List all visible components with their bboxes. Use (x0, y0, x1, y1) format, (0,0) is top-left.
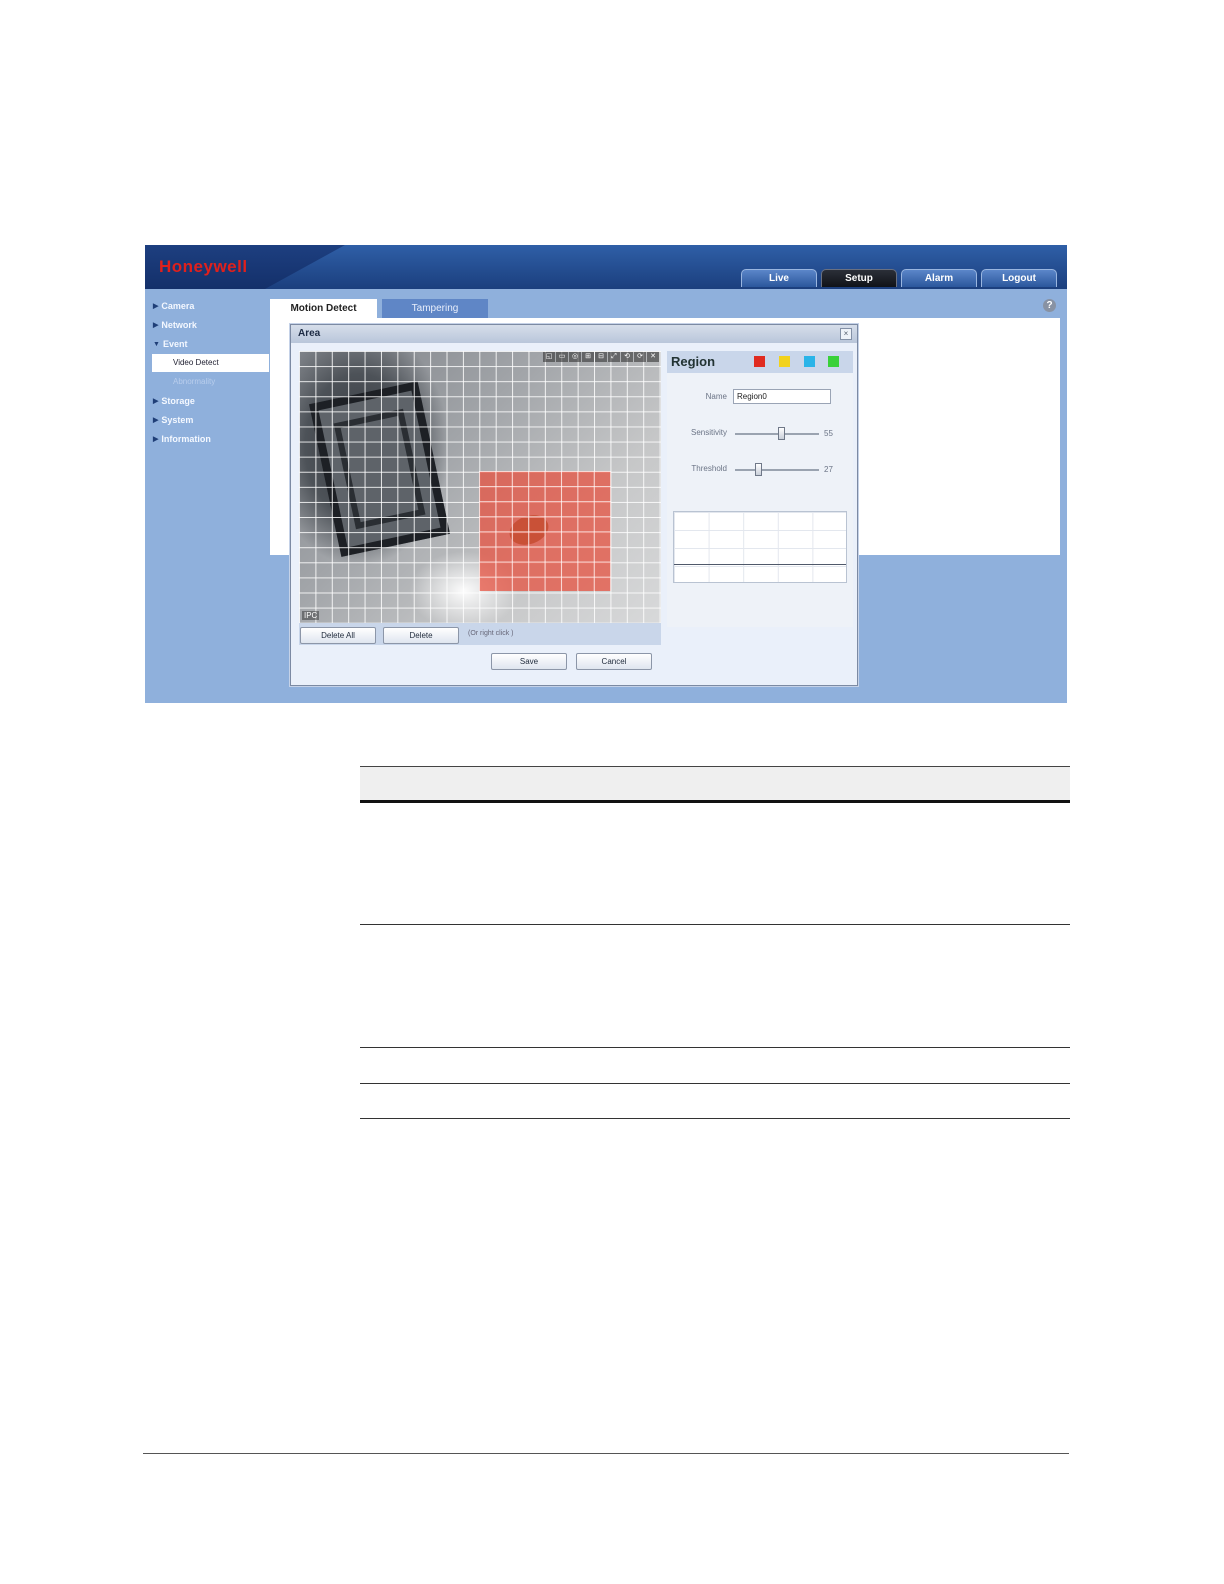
collapsed-arrow-icon: ▶ (153, 436, 159, 443)
expanded-arrow-icon: ▼ (153, 340, 160, 348)
video-tool-icon[interactable]: ◱ (543, 352, 555, 362)
video-tool-icon[interactable]: ⟳ (634, 352, 646, 362)
video-preview[interactable]: ◱ ▭ ◎ ⊞ ⊟ ⤢ ⟲ ⟳ ✕ IPC (299, 351, 661, 623)
threshold-slider[interactable] (735, 463, 819, 476)
collapsed-arrow-icon: ▶ (153, 417, 159, 424)
collapsed-arrow-icon: ▶ (153, 303, 159, 310)
sidebar-item-system[interactable]: ▶ System (153, 412, 193, 428)
sidebar-item-label: Camera (161, 301, 195, 311)
video-label: IPC (302, 611, 320, 620)
nav-tab-setup[interactable]: Setup (821, 269, 897, 287)
sidebar-item-event[interactable]: ▼ Event (153, 336, 187, 352)
dialog-title: Area (291, 325, 857, 343)
sidebar-item-label: Information (161, 434, 211, 444)
tab-tampering[interactable]: Tampering (382, 299, 488, 319)
page-footer-rule (143, 1453, 1069, 1454)
video-tool-icon[interactable]: ▭ (556, 352, 568, 362)
region-color-yellow[interactable] (779, 356, 790, 367)
cancel-button[interactable]: Cancel (576, 653, 652, 670)
region-color-green[interactable] (828, 356, 839, 367)
video-tool-icon[interactable]: ⟲ (621, 352, 633, 362)
table-header-rule (360, 800, 1070, 803)
table-header-row (360, 766, 1070, 801)
threshold-label: Threshold (691, 464, 727, 473)
tab-motion-detect[interactable]: Motion Detect (270, 299, 377, 319)
area-dialog: Area × ◱ ▭ ◎ ⊞ ⊟ ⤢ ⟲ ⟳ ✕ IPC Delete All … (290, 324, 858, 686)
sidebar-item-storage[interactable]: ▶ Storage (153, 393, 195, 409)
video-toolbar: ◱ ▭ ◎ ⊞ ⊟ ⤢ ⟲ ⟳ ✕ (543, 352, 659, 362)
right-click-hint: (Or right click ) (468, 630, 514, 637)
sidebar-item-label: System (161, 415, 194, 425)
region-header: Region (667, 351, 853, 373)
sidebar-subitem-video-detect[interactable]: Video Detect (152, 354, 269, 372)
threshold-slider-thumb[interactable] (754, 463, 762, 476)
delete-all-button[interactable]: Delete All (300, 627, 376, 644)
close-icon[interactable]: × (840, 328, 852, 340)
video-tool-icon[interactable]: ⤢ (608, 352, 620, 362)
brand-logo: Honeywell (159, 257, 248, 276)
region-panel: Region Name Sensitivity 55 Threshold 27 (667, 351, 853, 627)
region-title: Region (671, 354, 716, 369)
delete-button[interactable]: Delete (383, 627, 459, 644)
sensitivity-value: 55 (824, 429, 833, 438)
collapsed-arrow-icon: ▶ (153, 398, 159, 405)
main-nav: Live Setup Alarm Logout (741, 269, 1057, 287)
help-icon[interactable]: ? (1043, 299, 1056, 312)
sidebar-item-label: Network (161, 320, 197, 330)
sidebar-subitem-abnormality[interactable]: Abnormality (152, 373, 269, 391)
sensitivity-slider[interactable] (735, 427, 819, 440)
save-button[interactable]: Save (491, 653, 567, 670)
threshold-line (674, 564, 846, 565)
sidebar-item-camera[interactable]: ▶ Camera (153, 298, 194, 314)
region-name-input[interactable] (733, 389, 831, 404)
region-color-red[interactable] (754, 356, 765, 367)
table-row-rule (360, 1083, 1070, 1084)
video-tool-icon[interactable]: ◎ (569, 352, 581, 362)
sidebar-item-label: Storage (161, 396, 195, 406)
collapsed-arrow-icon: ▶ (153, 322, 159, 329)
video-tool-icon[interactable]: ⊞ (582, 352, 594, 362)
table-row-rule (360, 1047, 1070, 1048)
motion-level-graph (673, 511, 847, 583)
sidebar-item-network[interactable]: ▶ Network (153, 317, 197, 333)
name-label: Name (705, 392, 727, 401)
sensitivity-label: Sensitivity (690, 428, 727, 437)
nav-tab-logout[interactable]: Logout (981, 269, 1057, 287)
nav-tab-live[interactable]: Live (741, 269, 817, 287)
header-bar: Honeywell Live Setup Alarm Logout (145, 245, 1067, 289)
sidebar-item-label: Event (162, 339, 188, 349)
region-color-blue[interactable] (804, 356, 815, 367)
nav-tab-alarm[interactable]: Alarm (901, 269, 977, 287)
threshold-value: 27 (824, 465, 833, 474)
web-ui-screenshot: Honeywell Live Setup Alarm Logout ▶ Came… (145, 245, 1067, 703)
sensitivity-slider-thumb[interactable] (778, 427, 786, 440)
video-tool-icon[interactable]: ⊟ (595, 352, 607, 362)
table-row-rule (360, 924, 1070, 925)
setup-sidebar: ▶ Camera ▶ Network ▼ Event Video Detect … (145, 289, 269, 703)
video-tool-icon[interactable]: ✕ (647, 352, 659, 362)
selected-region-cells[interactable] (479, 471, 611, 591)
table-row-rule (360, 1118, 1070, 1119)
sidebar-item-information[interactable]: ▶ Information (153, 431, 211, 447)
